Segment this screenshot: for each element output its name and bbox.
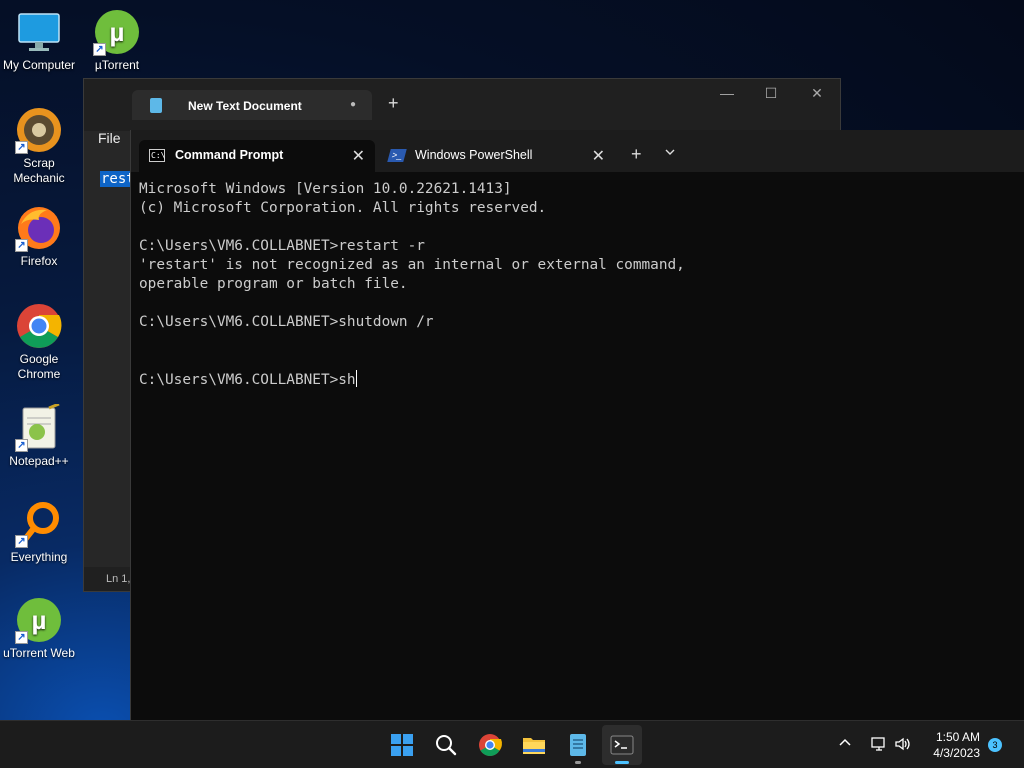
firefox-icon: ↗ bbox=[15, 204, 63, 252]
desktop-icon-label: Firefox bbox=[20, 254, 58, 268]
terminal-prompt: C:\Users\VM6.COLLABNET>sh bbox=[139, 372, 356, 388]
shortcut-arrow-icon: ↗ bbox=[15, 439, 28, 452]
monitor-icon bbox=[15, 8, 63, 56]
powershell-icon: >_ bbox=[387, 149, 407, 162]
notepad-tab-title: New Text Document bbox=[188, 99, 302, 113]
notepad-new-tab-button[interactable]: + bbox=[388, 93, 399, 114]
desktop-icon-everything[interactable]: ↗ Everything bbox=[0, 500, 78, 565]
scrap-mechanic-icon: ↗ bbox=[15, 106, 63, 154]
text-cursor bbox=[355, 370, 357, 387]
terminal-window[interactable]: C:\ Command Prompt ✕ >_ Windows PowerShe… bbox=[130, 130, 1024, 720]
terminal-line: 'restart' is not recognized as an intern… bbox=[139, 257, 685, 273]
notepad-status-position: Ln 1, bbox=[106, 573, 131, 585]
utorrent-web-icon: µ ↗ bbox=[15, 596, 63, 644]
desktop-icon-label: Scrap Mechanic bbox=[13, 156, 65, 185]
close-button[interactable]: ✕ bbox=[794, 85, 840, 102]
notepad-tab[interactable]: New Text Document ● bbox=[132, 90, 372, 120]
terminal-icon bbox=[610, 735, 634, 755]
shortcut-arrow-icon: ↗ bbox=[93, 43, 106, 56]
desktop-icon-label: Google Chrome bbox=[17, 352, 61, 381]
start-button[interactable] bbox=[382, 725, 422, 765]
tab-windows-powershell[interactable]: >_ Windows PowerShell ✕ bbox=[379, 140, 615, 172]
terminal-input-line[interactable]: C:\Users\VM6.COLLABNET>sh bbox=[139, 370, 685, 390]
system-tray: 1:50 AM 4/3/2023 3 bbox=[830, 721, 1024, 768]
close-tab-icon[interactable]: ✕ bbox=[592, 146, 605, 166]
desktop-icon-label: uTorrent Web bbox=[3, 646, 75, 660]
terminal-line: operable program or batch file. bbox=[139, 276, 408, 292]
clock-time: 1:50 AM bbox=[935, 730, 980, 744]
tab-label: Command Prompt bbox=[175, 148, 284, 162]
desktop-icon-my-computer[interactable]: My Computer bbox=[0, 8, 78, 73]
chevron-up-icon[interactable] bbox=[838, 736, 852, 755]
notification-badge[interactable]: 3 bbox=[988, 738, 1002, 752]
shortcut-arrow-icon: ↗ bbox=[15, 535, 28, 548]
unsaved-indicator: ● bbox=[349, 99, 356, 110]
desktop-icon-google-chrome[interactable]: Google Chrome bbox=[0, 302, 78, 382]
file-explorer-icon bbox=[523, 738, 545, 754]
chevron-down-icon[interactable] bbox=[664, 146, 676, 160]
terminal-line: (c) Microsoft Corporation. All rights re… bbox=[139, 200, 547, 216]
taskbar: 1:50 AM 4/3/2023 3 bbox=[0, 720, 1024, 768]
menu-file[interactable]: File bbox=[98, 130, 121, 146]
desktop-icon-label: µTorrent bbox=[94, 58, 140, 72]
shortcut-arrow-icon: ↗ bbox=[15, 141, 28, 154]
shortcut-arrow-icon: ↗ bbox=[15, 239, 28, 252]
svg-text:µ: µ bbox=[32, 605, 47, 635]
terminal-line: C:\Users\VM6.COLLABNET>shutdown /r bbox=[139, 314, 434, 330]
chrome-icon bbox=[479, 734, 502, 756]
terminal-line: C:\Users\VM6.COLLABNET>restart -r bbox=[139, 238, 425, 254]
everything-search-icon: ↗ bbox=[15, 500, 63, 548]
search-icon bbox=[436, 735, 457, 756]
taskbar-notepad[interactable] bbox=[558, 725, 598, 765]
svg-text:µ: µ bbox=[110, 17, 125, 47]
start-icon bbox=[391, 734, 413, 756]
desktop-icon-firefox[interactable]: ↗ Firefox bbox=[0, 204, 78, 269]
volume-icon[interactable] bbox=[894, 735, 912, 758]
desktop-icon-utorrent-web[interactable]: µ ↗ uTorrent Web bbox=[0, 596, 78, 661]
utorrent-icon: µ ↗ bbox=[93, 8, 141, 56]
shortcut-arrow-icon: ↗ bbox=[15, 631, 28, 644]
network-icon[interactable] bbox=[870, 735, 888, 758]
new-tab-button[interactable]: + bbox=[631, 144, 642, 165]
notepad-icon bbox=[150, 98, 162, 113]
close-tab-icon[interactable]: ✕ bbox=[352, 146, 365, 166]
search-button[interactable] bbox=[426, 725, 466, 765]
cmd-icon: C:\ bbox=[149, 149, 166, 162]
terminal-tabbar: C:\ Command Prompt ✕ >_ Windows PowerShe… bbox=[131, 130, 1024, 172]
active-indicator bbox=[615, 761, 629, 764]
notepad-titlebar[interactable]: New Text Document ● + — ☐ ✕ bbox=[84, 79, 840, 131]
chrome-icon bbox=[15, 302, 63, 350]
desktop-icon-label: Notepad++ bbox=[9, 454, 69, 468]
taskbar-terminal[interactable] bbox=[602, 725, 642, 765]
maximize-button[interactable]: ☐ bbox=[748, 85, 794, 102]
clock-date: 4/3/2023 bbox=[933, 746, 980, 760]
terminal-output[interactable]: Microsoft Windows [Version 10.0.22621.14… bbox=[139, 180, 685, 390]
taskbar-file-explorer[interactable] bbox=[514, 725, 554, 765]
desktop-icon-notepad-plus-plus[interactable]: ↗ Notepad++ bbox=[0, 402, 78, 469]
running-indicator bbox=[575, 761, 581, 764]
notepad-icon bbox=[570, 734, 586, 756]
taskbar-clock[interactable]: 1:50 AM 4/3/2023 bbox=[933, 729, 980, 761]
desktop-icon-label: Everything bbox=[10, 550, 68, 564]
desktop-icon-scrap-mechanic[interactable]: ↗ Scrap Mechanic bbox=[0, 106, 78, 186]
notepad-plus-plus-icon: ↗ bbox=[15, 402, 63, 452]
desktop-icon-label: My Computer bbox=[2, 58, 76, 72]
taskbar-chrome[interactable] bbox=[470, 725, 510, 765]
terminal-line: Microsoft Windows [Version 10.0.22621.14… bbox=[139, 181, 512, 197]
tab-label: Windows PowerShell bbox=[415, 148, 533, 162]
minimize-button[interactable]: — bbox=[704, 85, 750, 101]
desktop-icon-utorrent[interactable]: µ ↗ µTorrent bbox=[78, 8, 156, 73]
tab-command-prompt[interactable]: C:\ Command Prompt ✕ bbox=[139, 140, 375, 172]
